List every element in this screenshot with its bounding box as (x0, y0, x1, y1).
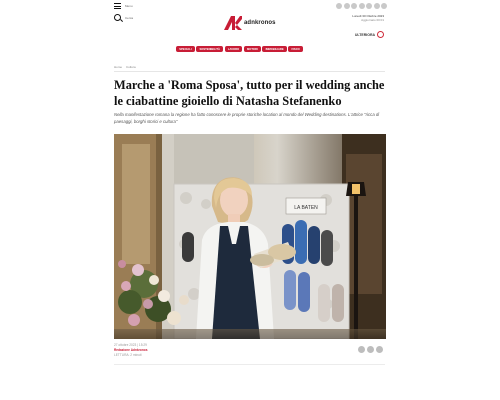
nav-item-speciali[interactable]: Speciali (176, 46, 195, 53)
divider (114, 71, 385, 72)
hamburger-icon[interactable] (114, 3, 121, 9)
divider (114, 364, 385, 365)
date-block: Lunedì 30 Ottobre 2023 Aggiornato 00:01 (352, 14, 384, 22)
partner-label[interactable]: ULTERIORA (355, 33, 375, 37)
search-toggle[interactable]: Cerca (114, 14, 133, 21)
article-subtitle: Nella manifestazione romana la regione h… (114, 112, 380, 124)
partner-badge[interactable]: ULTERIORA (355, 31, 384, 38)
nav-item-motori[interactable]: Motori (243, 46, 261, 53)
site-logo[interactable]: adnkronos (224, 16, 276, 30)
breadcrumb-section[interactable]: Cultura (126, 65, 136, 69)
menu-toggle[interactable]: Menu (114, 3, 133, 9)
reading-time: LETTURA: 2 minuti (114, 353, 142, 357)
photo-sign-text: LA BATEN (294, 205, 318, 211)
search-icon[interactable] (114, 14, 121, 21)
logo-text: adnkronos (244, 20, 276, 26)
breadcrumb-home[interactable]: Home (114, 65, 122, 69)
share-twitter-icon[interactable] (367, 346, 374, 353)
section-nav: Speciali Sostenibilità Lavoro Motori Imm… (176, 46, 303, 53)
nav-item-immobiliare[interactable]: Immobiliare (262, 46, 287, 53)
partner-logo-icon (377, 31, 384, 38)
social-links (336, 3, 387, 9)
linkedin-icon[interactable] (351, 3, 357, 9)
share-facebook-icon[interactable] (358, 346, 365, 353)
facebook-icon[interactable] (336, 3, 342, 9)
nav-item-fisco[interactable]: Fisco (288, 46, 303, 53)
twitter-icon[interactable] (343, 3, 350, 9)
nav-item-sostenibilita[interactable]: Sostenibilità (196, 46, 224, 53)
share-buttons (358, 346, 383, 353)
article-photo: LA BATEN (114, 134, 386, 339)
whatsapp-icon[interactable] (373, 3, 380, 9)
site-header: Menu Cerca adnkronos Lunedì 30 Ottobre 2… (0, 0, 500, 56)
telegram-icon[interactable] (381, 3, 387, 9)
share-whatsapp-icon[interactable] (376, 346, 383, 353)
search-label[interactable]: Cerca (125, 16, 133, 20)
instagram-icon[interactable] (358, 3, 365, 9)
menu-label[interactable]: Menu (125, 4, 133, 8)
youtube-icon[interactable] (366, 3, 372, 9)
article-title: Marche a 'Roma Sposa', tutto per il wedd… (114, 78, 385, 108)
nav-item-lavoro[interactable]: Lavoro (224, 46, 243, 53)
article-meta: 27 ottobre 2023 | 15:29 Redazione Adnkro… (114, 343, 148, 358)
logo-mark-icon (224, 16, 242, 30)
breadcrumb: Home Cultura (114, 65, 136, 69)
updated-time: Aggiornato 00:01 (361, 18, 384, 22)
